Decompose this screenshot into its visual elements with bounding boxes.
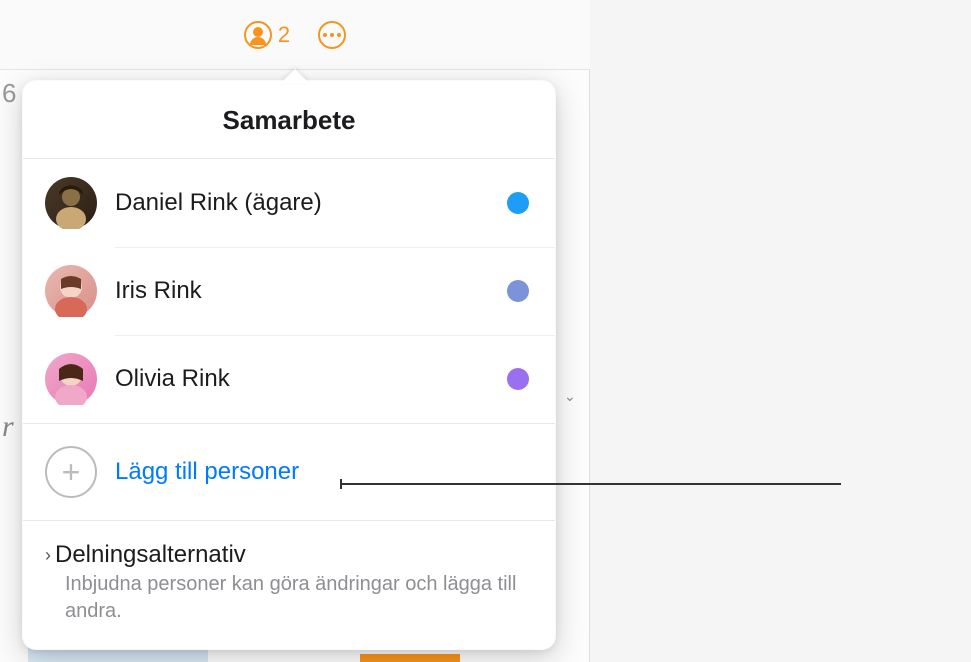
popover-title: Samarbete xyxy=(23,81,555,159)
participant-name: Olivia Rink xyxy=(115,365,489,393)
avatar xyxy=(45,265,97,317)
add-people-button[interactable]: + Lägg till personer xyxy=(23,424,555,521)
person-icon xyxy=(244,21,272,49)
status-dot xyxy=(507,192,529,214)
status-dot xyxy=(507,368,529,390)
callout-line xyxy=(341,483,841,485)
chevron-right-icon: › xyxy=(45,546,51,564)
participants-list: Daniel Rink (ägare) Iris Rink Olivia Rin… xyxy=(23,159,555,424)
add-people-label: Lägg till personer xyxy=(115,458,299,486)
avatar xyxy=(45,177,97,229)
more-button[interactable] xyxy=(318,21,346,49)
sharing-options-description: Inbjudna personer kan göra ändringar och… xyxy=(45,571,533,625)
collaboration-button[interactable]: 2 xyxy=(244,21,290,49)
status-dot xyxy=(507,280,529,302)
collaborator-count: 2 xyxy=(278,22,290,48)
more-icon xyxy=(318,21,346,49)
plus-icon: + xyxy=(45,446,97,498)
sharing-options-title: Delningsalternativ xyxy=(55,541,246,569)
participant-row[interactable]: Iris Rink xyxy=(23,247,555,335)
toolbar: 2 xyxy=(0,0,590,70)
background-accent xyxy=(360,654,460,662)
sharing-options-button[interactable]: › Delningsalternativ Inbjudna personer k… xyxy=(23,521,555,649)
participant-row[interactable]: Daniel Rink (ägare) xyxy=(23,159,555,247)
background-text: 6 xyxy=(2,78,16,109)
participant-name: Daniel Rink (ägare) xyxy=(115,189,489,217)
avatar xyxy=(45,353,97,405)
participant-name: Iris Rink xyxy=(115,277,489,305)
participant-row[interactable]: Olivia Rink xyxy=(23,335,555,423)
background-text: r xyxy=(2,410,14,444)
collaboration-popover: Samarbete Daniel Rink (ägare) Iris Rink … xyxy=(22,80,556,650)
chevron-down-icon: ⌄ xyxy=(564,388,576,405)
